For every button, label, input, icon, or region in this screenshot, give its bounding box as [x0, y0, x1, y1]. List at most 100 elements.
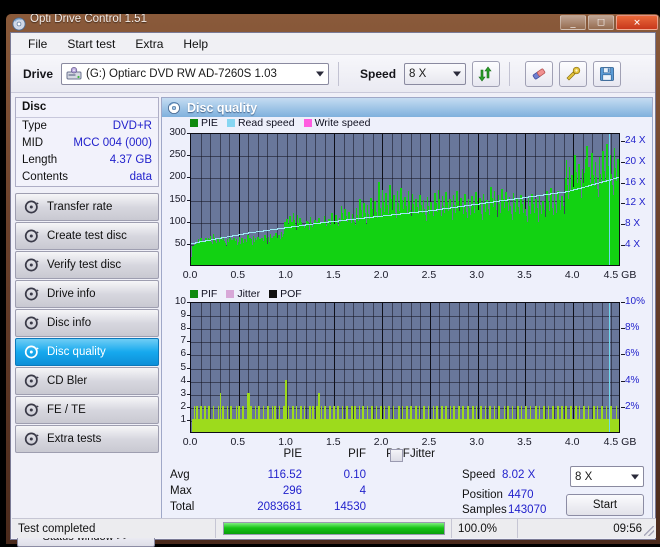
position-value: 4470: [508, 489, 534, 501]
max-pif: 4: [359, 485, 366, 497]
col-header-pif: PIF: [348, 448, 366, 460]
total-pie: 2083681: [257, 501, 302, 513]
sidebar-item-cd-bler[interactable]: CD Bler: [15, 367, 159, 395]
maximize-button[interactable]: ☐: [588, 15, 614, 30]
x-axis-tick-label: 2.5: [421, 269, 437, 281]
sidebar-item-label: Drive info: [47, 288, 96, 300]
menu-item-start-test[interactable]: Start test: [58, 35, 124, 53]
y2-axis-tick-label: 8 X: [625, 218, 641, 230]
speed-value: 8 X: [409, 67, 427, 80]
disc-create-icon: [24, 229, 39, 243]
jitter-checkbox[interactable]: [390, 449, 403, 462]
y2-axis-tick: [621, 203, 625, 205]
close-button[interactable]: ✕: [616, 15, 658, 30]
grid-line-h: [191, 355, 619, 356]
menu-item-help[interactable]: Help: [174, 35, 217, 53]
plot-area[interactable]: [190, 133, 620, 266]
sidebar-item-fe-te[interactable]: FE / TE: [15, 396, 159, 424]
eraser-button[interactable]: [525, 60, 554, 87]
sidebar-item-drive-info[interactable]: Drive info: [15, 280, 159, 308]
grid-line-h: [191, 382, 619, 383]
grid-line-v: [478, 303, 479, 432]
pie-chart: PIE Read speed Write speed 50 100 150 200 250 30…: [162, 117, 654, 287]
disc-quality-icon: [24, 345, 39, 359]
y-axis-tick-label: 3: [180, 387, 186, 399]
y-axis-tick-label: 2: [180, 400, 186, 412]
y-axis-tick: [187, 393, 190, 395]
sidebar-item-label: Transfer rate: [47, 201, 113, 213]
legend-swatch-pie: [190, 119, 198, 127]
maximize-icon: ☐: [596, 17, 606, 27]
y2-axis-tick-label: 8%: [625, 322, 640, 334]
grid-line-v: [573, 303, 574, 432]
sidebar-item-create-test-disc[interactable]: Create test disc: [15, 222, 159, 250]
y-axis-tick-label: 5: [180, 361, 186, 373]
sidebar-item-extra-tests[interactable]: Extra tests: [15, 425, 159, 453]
y2-axis-tick: [621, 182, 625, 184]
resize-grip[interactable]: [644, 526, 654, 536]
sidebar-item-transfer-rate[interactable]: Transfer rate: [15, 193, 159, 221]
x-axis-tick-label: 1.0: [278, 269, 293, 281]
disc-bler-icon: [24, 374, 39, 388]
pif-chart: PIF Jitter POF 1 2 3 4 5 6 7 8 9 10 2% 4% 6% 8% 10% 0.0 0.5…: [162, 288, 654, 450]
left-panel: Disc Type DVD+R MID MCC 004 (000) Length…: [15, 97, 159, 521]
refresh-button[interactable]: [472, 60, 501, 87]
title-bar[interactable]: Opti Drive Control 1.51 _ ☐ ✕: [6, 14, 660, 32]
sidebar-item-label: FE / TE: [47, 404, 86, 416]
save-button[interactable]: [593, 60, 622, 87]
progress-cell: [216, 519, 452, 538]
minimize-icon: _: [570, 17, 576, 27]
result-speed-select[interactable]: 8 X: [570, 466, 644, 487]
disc-info-icon: [24, 316, 39, 330]
y-axis-tick-label: 250: [169, 149, 186, 161]
sidebar-item-disc-quality[interactable]: Disc quality: [15, 338, 159, 366]
grid-line-v: [487, 303, 488, 432]
grid-line-v: [210, 303, 211, 432]
nav-list: Transfer rate Create test disc Verify te…: [15, 193, 159, 453]
y-axis-tick-label: 7: [180, 335, 186, 347]
grid-line-h: [191, 316, 619, 317]
sidebar-item-label: Extra tests: [47, 433, 102, 445]
grid-line-h: [191, 329, 619, 330]
speed-label: Speed: [360, 66, 397, 81]
y-axis-tick: [187, 221, 190, 223]
tools-button[interactable]: [559, 60, 588, 87]
y2-axis-tick: [621, 328, 625, 330]
menu-item-file[interactable]: File: [19, 35, 56, 53]
samples-value: 143070: [508, 504, 547, 516]
progress-percent: 100.0%: [452, 519, 518, 538]
sidebar-item-verify-test-disc[interactable]: Verify test disc: [15, 251, 159, 279]
minimize-button[interactable]: _: [560, 15, 586, 30]
speed-select[interactable]: 8 X: [404, 62, 467, 85]
legend-swatch-write-speed: [303, 119, 312, 127]
samples-label: Samples: [462, 504, 507, 516]
legend-label-pof: POF: [280, 288, 302, 300]
y-axis-tick-label: 150: [169, 193, 186, 205]
disc-row-length: Length 4.37 GB: [16, 152, 158, 169]
disc-box-title: Disc: [16, 98, 158, 118]
x-axis-tick-label: 1.5: [326, 269, 341, 281]
drive-info-icon: [24, 287, 39, 301]
disc-value-length: 4.37 GB: [109, 154, 152, 166]
plot-area[interactable]: [190, 302, 620, 433]
y-axis-tick-label: 10: [174, 296, 186, 307]
row-label-total: Total: [170, 501, 195, 513]
chart-legend: PIF Jitter POF: [190, 288, 308, 300]
sidebar-item-label: CD Bler: [47, 375, 88, 387]
max-pie: 296: [282, 485, 302, 497]
legend-label-pie: PIE: [201, 117, 218, 129]
avg-pie: 116.52: [267, 469, 302, 481]
start-button[interactable]: Start: [566, 494, 644, 516]
disc-quality-panel: Disc quality PIE Read speed Write speed 50 1…: [161, 97, 653, 521]
disc-key-length: Length: [22, 154, 58, 166]
drive-select[interactable]: (G:) Optiarc DVD RW AD-7260S 1.03: [61, 62, 330, 85]
client-area: File Start test Extra Help Drive (G:) Op…: [10, 32, 656, 547]
sidebar-item-disc-info[interactable]: Disc info: [15, 309, 159, 337]
disc-key-contents: Contents: [22, 171, 69, 183]
y2-axis-tick: [621, 245, 625, 247]
position-marker: [609, 134, 610, 265]
y2-axis-tick-label: 4 X: [625, 239, 641, 251]
menu-item-extra[interactable]: Extra: [126, 35, 172, 53]
toolbar-divider-1: [338, 61, 340, 86]
avg-pif: 0.10: [343, 469, 366, 481]
